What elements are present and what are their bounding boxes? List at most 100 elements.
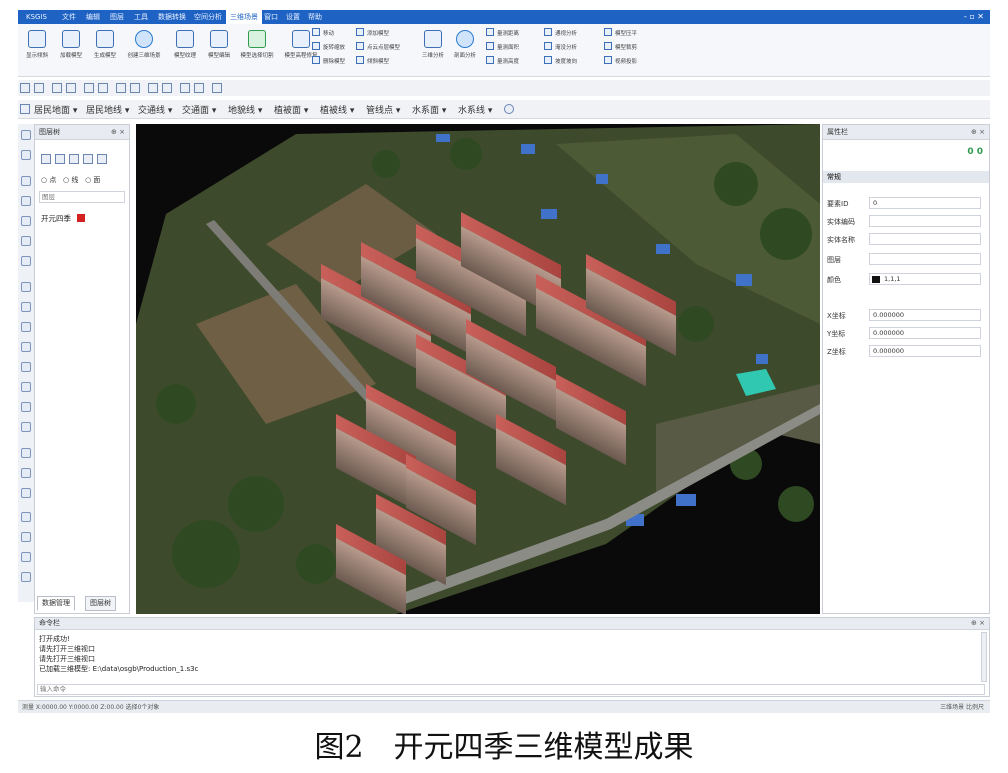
tab-layer-tree[interactable]: 图层树 <box>85 596 116 611</box>
erase-icon[interactable] <box>21 402 31 412</box>
prop-value-color[interactable]: 1,1,1 <box>869 273 981 285</box>
prop-value-y[interactable]: 0.000000 <box>869 327 981 339</box>
ribbon-rotate[interactable]: 旋转缩放 <box>312 42 345 52</box>
zoom-out-icon[interactable] <box>66 83 76 93</box>
layer-dropdown-traffic-area[interactable]: 交通面 ▾ <box>182 103 216 116</box>
prop-value-z[interactable]: 0.000000 <box>869 345 981 357</box>
layer-dropdown-residential-line[interactable]: 居民地线 ▾ <box>86 103 129 116</box>
ribbon-clip[interactable]: 模型裁剪 <box>604 42 637 52</box>
filter-layer-icon[interactable] <box>69 154 79 164</box>
menu-file[interactable]: 文件 <box>58 10 80 24</box>
ribbon-flood[interactable]: 淹没分析 <box>544 42 577 52</box>
ribbon-flatten[interactable]: 模型压平 <box>604 28 637 38</box>
ribbon-measure-area[interactable]: 量测面积 <box>486 42 519 52</box>
layer-dropdown-vegetation-line[interactable]: 植被线 ▾ <box>320 103 354 116</box>
filter-icon[interactable] <box>21 362 31 372</box>
menu-help[interactable]: 帮助 <box>304 10 326 24</box>
menu-tools[interactable]: 工具 <box>130 10 152 24</box>
undo-icon[interactable] <box>180 83 190 93</box>
layer-dropdown-pipe-point[interactable]: 管线点 ▾ <box>366 103 400 116</box>
identify-icon[interactable] <box>130 83 140 93</box>
save-edit-icon[interactable] <box>21 572 31 582</box>
prop-value-x[interactable]: 0.000000 <box>869 309 981 321</box>
measure-icon[interactable] <box>116 83 126 93</box>
extend-icon[interactable] <box>21 488 31 498</box>
fullscreen-icon[interactable] <box>148 83 158 93</box>
merge-icon[interactable] <box>21 322 31 332</box>
ribbon-move[interactable]: 移动 <box>312 28 334 38</box>
prop-value-entity-name[interactable] <box>869 233 981 245</box>
command-scrollbar[interactable] <box>981 632 987 682</box>
ribbon-measure-height[interactable]: 量测高度 <box>486 56 519 66</box>
building-draw-icon[interactable] <box>21 256 31 266</box>
prop-value-layer[interactable] <box>869 253 981 265</box>
rotate-view-icon[interactable] <box>21 130 31 140</box>
menu-layer[interactable]: 图层 <box>106 10 128 24</box>
radio-point[interactable]: ○ 点 <box>41 176 56 184</box>
point-icon[interactable] <box>21 196 31 206</box>
radio-line[interactable]: ○ 线 <box>63 176 78 184</box>
ribbon-video[interactable]: 视频投影 <box>604 56 637 66</box>
layer-dropdown-vegetation-area[interactable]: 植被面 ▾ <box>274 103 308 116</box>
menu-edit[interactable]: 编辑 <box>82 10 104 24</box>
offset-icon[interactable] <box>21 552 31 562</box>
section-general[interactable]: 常规 <box>823 171 989 183</box>
pen-icon[interactable] <box>21 382 31 392</box>
ribbon-slope[interactable]: 坡度坡向 <box>544 56 577 66</box>
settings-icon[interactable] <box>212 83 222 93</box>
radio-area[interactable]: ○ 面 <box>85 176 100 184</box>
ribbon-button-model-edit[interactable]: 模型编辑 <box>202 28 236 72</box>
menu-data-convert[interactable]: 数据转换 <box>154 10 190 24</box>
line-icon[interactable] <box>21 216 31 226</box>
command-input[interactable] <box>37 684 985 695</box>
ribbon-button-generate-model[interactable]: 生成模型 <box>88 28 122 72</box>
ribbon-oblique[interactable]: 倾斜模型 <box>356 56 389 66</box>
panel-pin-close[interactable]: ⊕ × <box>111 125 125 139</box>
ribbon-button-show-oblique[interactable]: 显示倾斜 <box>20 28 54 72</box>
ribbon-button-load-model[interactable]: 加载模型 <box>54 28 88 72</box>
ribbon-measure-distance[interactable]: 量测距离 <box>486 28 519 38</box>
circle-icon[interactable] <box>21 512 31 522</box>
layer-dropdown-residential-area[interactable]: 居民地面 ▾ <box>34 103 77 116</box>
menu-window[interactable]: 窗口 <box>260 10 282 24</box>
prop-value-entity-code[interactable] <box>869 215 981 227</box>
ribbon-button-profile[interactable]: 剖面分析 <box>448 28 482 72</box>
more-icon[interactable] <box>504 104 514 114</box>
snap-icon[interactable] <box>21 448 31 458</box>
menu-spatial-analysis[interactable]: 空间分析 <box>190 10 226 24</box>
list-icon[interactable] <box>41 154 51 164</box>
menu-3d-scene[interactable]: 三维场景 <box>226 10 262 24</box>
3d-viewport[interactable] <box>136 124 820 614</box>
select-icon[interactable] <box>34 83 44 93</box>
zoom-in-icon[interactable] <box>52 83 62 93</box>
command-pin-close[interactable]: ⊕ × <box>971 618 985 629</box>
prop-value-feature-id[interactable]: 0 <box>869 197 981 209</box>
square-icon[interactable] <box>21 422 31 432</box>
polygon-icon[interactable] <box>21 236 31 246</box>
layer-search-input[interactable] <box>39 191 125 203</box>
redo-icon[interactable] <box>194 83 204 93</box>
layer-item-kaiyuan[interactable]: 开元四季 <box>41 213 86 224</box>
rotate-icon[interactable] <box>98 83 108 93</box>
layer-color-swatch[interactable] <box>77 214 86 222</box>
refresh-layer-icon[interactable] <box>97 154 107 164</box>
refresh-icon[interactable] <box>162 83 172 93</box>
sort-icon[interactable] <box>83 154 93 164</box>
ribbon-button-3d-analysis[interactable]: 三维分析 <box>416 28 450 72</box>
copy-icon[interactable] <box>21 342 31 352</box>
grid-icon[interactable] <box>20 83 30 93</box>
window-controls[interactable]: - ▫ ✕ <box>964 10 984 24</box>
ribbon-delete[interactable]: 删除模型 <box>312 56 345 66</box>
ribbon-button-model-cut[interactable]: 模型选择切割 <box>236 28 278 72</box>
menu-settings[interactable]: 设置 <box>282 10 304 24</box>
fly-icon[interactable] <box>21 150 31 160</box>
ribbon-button-create-scene[interactable]: 创建三维场景 <box>122 28 166 72</box>
close-shape-icon[interactable] <box>21 532 31 542</box>
trim-icon[interactable] <box>21 468 31 478</box>
tab-data-management[interactable]: 数据管理 <box>37 596 75 611</box>
layer-dropdown-water-line[interactable]: 水系线 ▾ <box>458 103 492 116</box>
layer-dropdown-terrain-line[interactable]: 地貌线 ▾ <box>228 103 262 116</box>
vertex-icon[interactable] <box>21 282 31 292</box>
pan-icon[interactable] <box>84 83 94 93</box>
property-pin-close[interactable]: ⊕ × <box>971 125 985 139</box>
